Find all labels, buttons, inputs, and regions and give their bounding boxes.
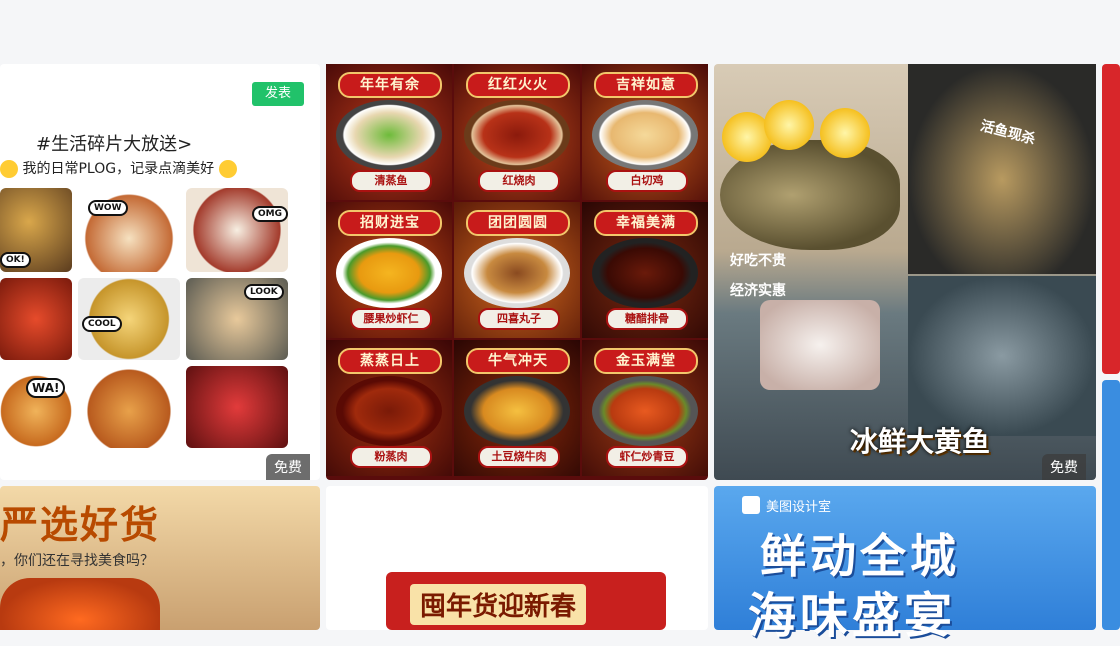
- free-badge: 免费: [266, 454, 310, 480]
- dish-label: 虾仁炒青豆: [606, 446, 688, 468]
- laugh-emoji-icon: [218, 160, 237, 178]
- dish-label: 粉蒸肉: [350, 446, 432, 468]
- photo-dumpling: [186, 188, 288, 272]
- plog-subtitle: 我的日常PLOG，记录点滴美好: [0, 158, 237, 178]
- dish-label: 土豆烧牛肉: [478, 446, 560, 468]
- dish-image: [592, 376, 698, 446]
- free-badge: 免费: [1042, 454, 1086, 480]
- fish-headline: 冰鲜大黄鱼: [850, 425, 991, 458]
- brand-icon: [742, 496, 760, 514]
- sticker-wow: WOW: [88, 200, 128, 216]
- dish-cell: 招财进宝 腰果炒虾仁: [326, 202, 452, 338]
- dish-image: [464, 376, 570, 446]
- lemon-slice: [764, 100, 814, 150]
- sticker-ok: OK!: [0, 252, 31, 268]
- dish-image: [336, 100, 442, 170]
- dish-title: 吉祥如意: [594, 72, 698, 98]
- dish-image: [464, 238, 570, 308]
- dish-label: 白切鸡: [606, 170, 688, 192]
- sticker-cool: COOL: [82, 316, 122, 332]
- dish-cell: 蒸蒸日上 粉蒸肉: [326, 340, 452, 476]
- dish-title: 牛气冲天: [466, 348, 570, 374]
- dish-cell: 吉祥如意 白切鸡: [582, 64, 708, 200]
- dish-image: [592, 238, 698, 308]
- smile-emoji-icon: [0, 160, 18, 178]
- dish-cell: 团团圆圆 四喜丸子: [454, 202, 580, 338]
- dish-title: 蒸蒸日上: [338, 348, 442, 374]
- template-card-partial[interactable]: [1102, 380, 1120, 630]
- sticker-wa: WA!: [26, 378, 66, 398]
- tag-value: 经济实惠: [730, 283, 786, 299]
- plog-subtitle-text: 我的日常PLOG，记录点滴美好: [22, 161, 215, 177]
- dish-cell: 红红火火 红烧肉: [454, 64, 580, 200]
- dish-cell: 年年有余 清蒸鱼: [326, 64, 452, 200]
- dish-label: 糖醋排骨: [606, 308, 688, 330]
- dish-label: 四喜丸子: [478, 308, 560, 330]
- sticker-omg: OMG: [252, 206, 288, 222]
- sticker-look: LOOK: [244, 284, 284, 300]
- top-bar: [0, 0, 1120, 64]
- dish-cell: 金玉满堂 虾仁炒青豆: [582, 340, 708, 476]
- dish-cell: 幸福美满 糖醋排骨: [582, 202, 708, 338]
- dish-cell: 牛气冲天 土豆烧牛肉: [454, 340, 580, 476]
- tag-tasty: 好吃不贵: [730, 253, 786, 269]
- publish-button[interactable]: 发表: [252, 82, 304, 106]
- plog-title: #生活碎片大放送>: [36, 134, 193, 155]
- dish-title: 招财进宝: [338, 210, 442, 236]
- new-year-title: 囤年货迎新春: [410, 584, 587, 625]
- brand-label: 美图设计室: [766, 500, 832, 515]
- dish-image: [336, 238, 442, 308]
- dish-title: 红红火火: [466, 72, 570, 98]
- dish-label: 腰果炒虾仁: [350, 308, 432, 330]
- dish-title: 团团圆圆: [466, 210, 570, 236]
- fish-image-bottom: [908, 276, 1096, 436]
- lemon-slice: [820, 108, 870, 158]
- photo-ribbon-noodle: [78, 366, 180, 448]
- dish-image: [592, 100, 698, 170]
- template-card-partial[interactable]: [1102, 64, 1120, 374]
- dish-title: 年年有余: [338, 72, 442, 98]
- dish-label: 红烧肉: [478, 170, 560, 192]
- snacks-food-image: [0, 578, 160, 630]
- dish-image: [464, 100, 570, 170]
- dish-title: 幸福美满: [594, 210, 698, 236]
- dish-label: 清蒸鱼: [350, 170, 432, 192]
- fish-fillet-image: [760, 300, 880, 390]
- photo-hotpot: [186, 366, 288, 448]
- dish-title: 金玉满堂: [594, 348, 698, 374]
- snacks-title: 严选好货: [0, 503, 161, 547]
- dish-image: [336, 376, 442, 446]
- snacks-subtitle: ，你们还在寻找美食吗？: [0, 553, 154, 569]
- photo-crayfish: [0, 278, 72, 360]
- seafood-line2: 海味盛宴: [748, 588, 957, 644]
- fish-image-right: [908, 64, 1096, 274]
